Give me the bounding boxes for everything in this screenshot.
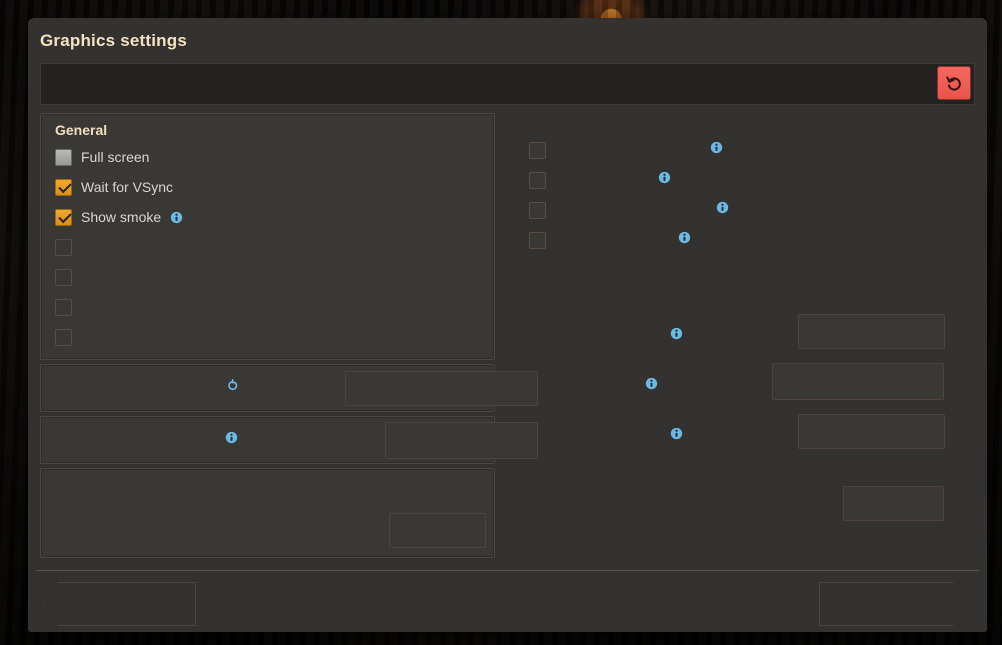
setting-field-right-4[interactable] <box>843 486 944 521</box>
checkbox-row-show-smoke[interactable]: Show smoke <box>41 202 494 232</box>
checkbox-row-right-4[interactable] <box>517 225 975 255</box>
checkbox-row-4[interactable] <box>41 232 494 262</box>
info-icon[interactable] <box>710 141 723 159</box>
info-icon[interactable] <box>225 431 238 449</box>
graphics-settings-dialog: Graphics settings General Full screen Wa… <box>28 18 987 632</box>
setting-field-left-3[interactable] <box>389 513 486 548</box>
right-column-spacer <box>517 113 975 135</box>
checkbox-row-6[interactable] <box>41 292 494 322</box>
general-groupbox: General Full screen Wait for VSync Show … <box>40 113 495 360</box>
checkbox-label-full-screen: Full screen <box>81 149 150 165</box>
setting-row-right-3[interactable] <box>517 411 975 461</box>
restart-required-icon[interactable] <box>226 378 239 397</box>
checkbox-5[interactable] <box>55 268 72 286</box>
setting-row-left-2[interactable] <box>40 416 538 464</box>
checkbox-6[interactable] <box>55 298 72 316</box>
checkbox-row-7[interactable] <box>41 322 494 352</box>
info-icon[interactable] <box>670 427 683 445</box>
checkbox-wait-for-vsync[interactable] <box>55 178 72 196</box>
setting-field-right-2[interactable] <box>772 363 944 400</box>
checkbox-show-smoke[interactable] <box>55 208 72 226</box>
settings-content: General Full screen Wait for VSync Show … <box>28 105 987 566</box>
right-column-gap <box>517 255 975 311</box>
right-settings-column <box>495 113 975 562</box>
setting-row-left-3[interactable] <box>40 468 495 558</box>
info-icon[interactable] <box>670 327 683 345</box>
dialog-titlebar: Graphics settings <box>28 18 987 63</box>
setting-row-left-1[interactable] <box>40 364 538 412</box>
checkbox-label-wait-for-vsync: Wait for VSync <box>81 179 174 195</box>
checkbox-right-2[interactable] <box>529 171 546 189</box>
reset-button[interactable] <box>937 66 971 100</box>
checkbox-row-wait-for-vsync[interactable]: Wait for VSync <box>41 172 494 202</box>
checkbox-right-3[interactable] <box>529 201 546 219</box>
checkbox-right-1[interactable] <box>529 141 546 159</box>
toolbar-strip <box>40 63 975 105</box>
info-icon[interactable] <box>170 211 183 224</box>
checkbox-right-4[interactable] <box>529 231 546 249</box>
confirm-button[interactable] <box>819 582 971 626</box>
reset-arrow-icon <box>945 74 964 93</box>
dialog-footer <box>36 570 979 632</box>
checkbox-row-right-3[interactable] <box>517 195 975 225</box>
setting-row-right-2[interactable] <box>517 361 975 411</box>
checkbox-full-screen[interactable] <box>55 148 72 166</box>
checkbox-row-right-1[interactable] <box>517 135 975 165</box>
checkbox-7[interactable] <box>55 328 72 346</box>
checkbox-label-show-smoke: Show smoke <box>81 209 162 225</box>
checkbox-row-full-screen[interactable]: Full screen <box>41 142 494 172</box>
info-icon[interactable] <box>716 201 729 219</box>
setting-row-right-4[interactable] <box>517 461 975 531</box>
info-icon[interactable] <box>658 171 671 189</box>
info-icon[interactable] <box>645 377 658 395</box>
setting-field-right-1[interactable] <box>798 314 945 349</box>
back-button[interactable] <box>44 582 196 626</box>
setting-row-right-1[interactable] <box>517 311 975 361</box>
checkbox-4[interactable] <box>55 238 72 256</box>
settings-tabbar[interactable] <box>40 63 975 105</box>
checkbox-row-right-2[interactable] <box>517 165 975 195</box>
left-settings-column: General Full screen Wait for VSync Show … <box>40 113 538 562</box>
checkbox-row-5[interactable] <box>41 262 494 292</box>
info-icon[interactable] <box>678 231 691 249</box>
page-title: Graphics settings <box>40 30 187 50</box>
setting-field-right-3[interactable] <box>798 414 945 449</box>
general-group-header: General <box>55 122 108 138</box>
